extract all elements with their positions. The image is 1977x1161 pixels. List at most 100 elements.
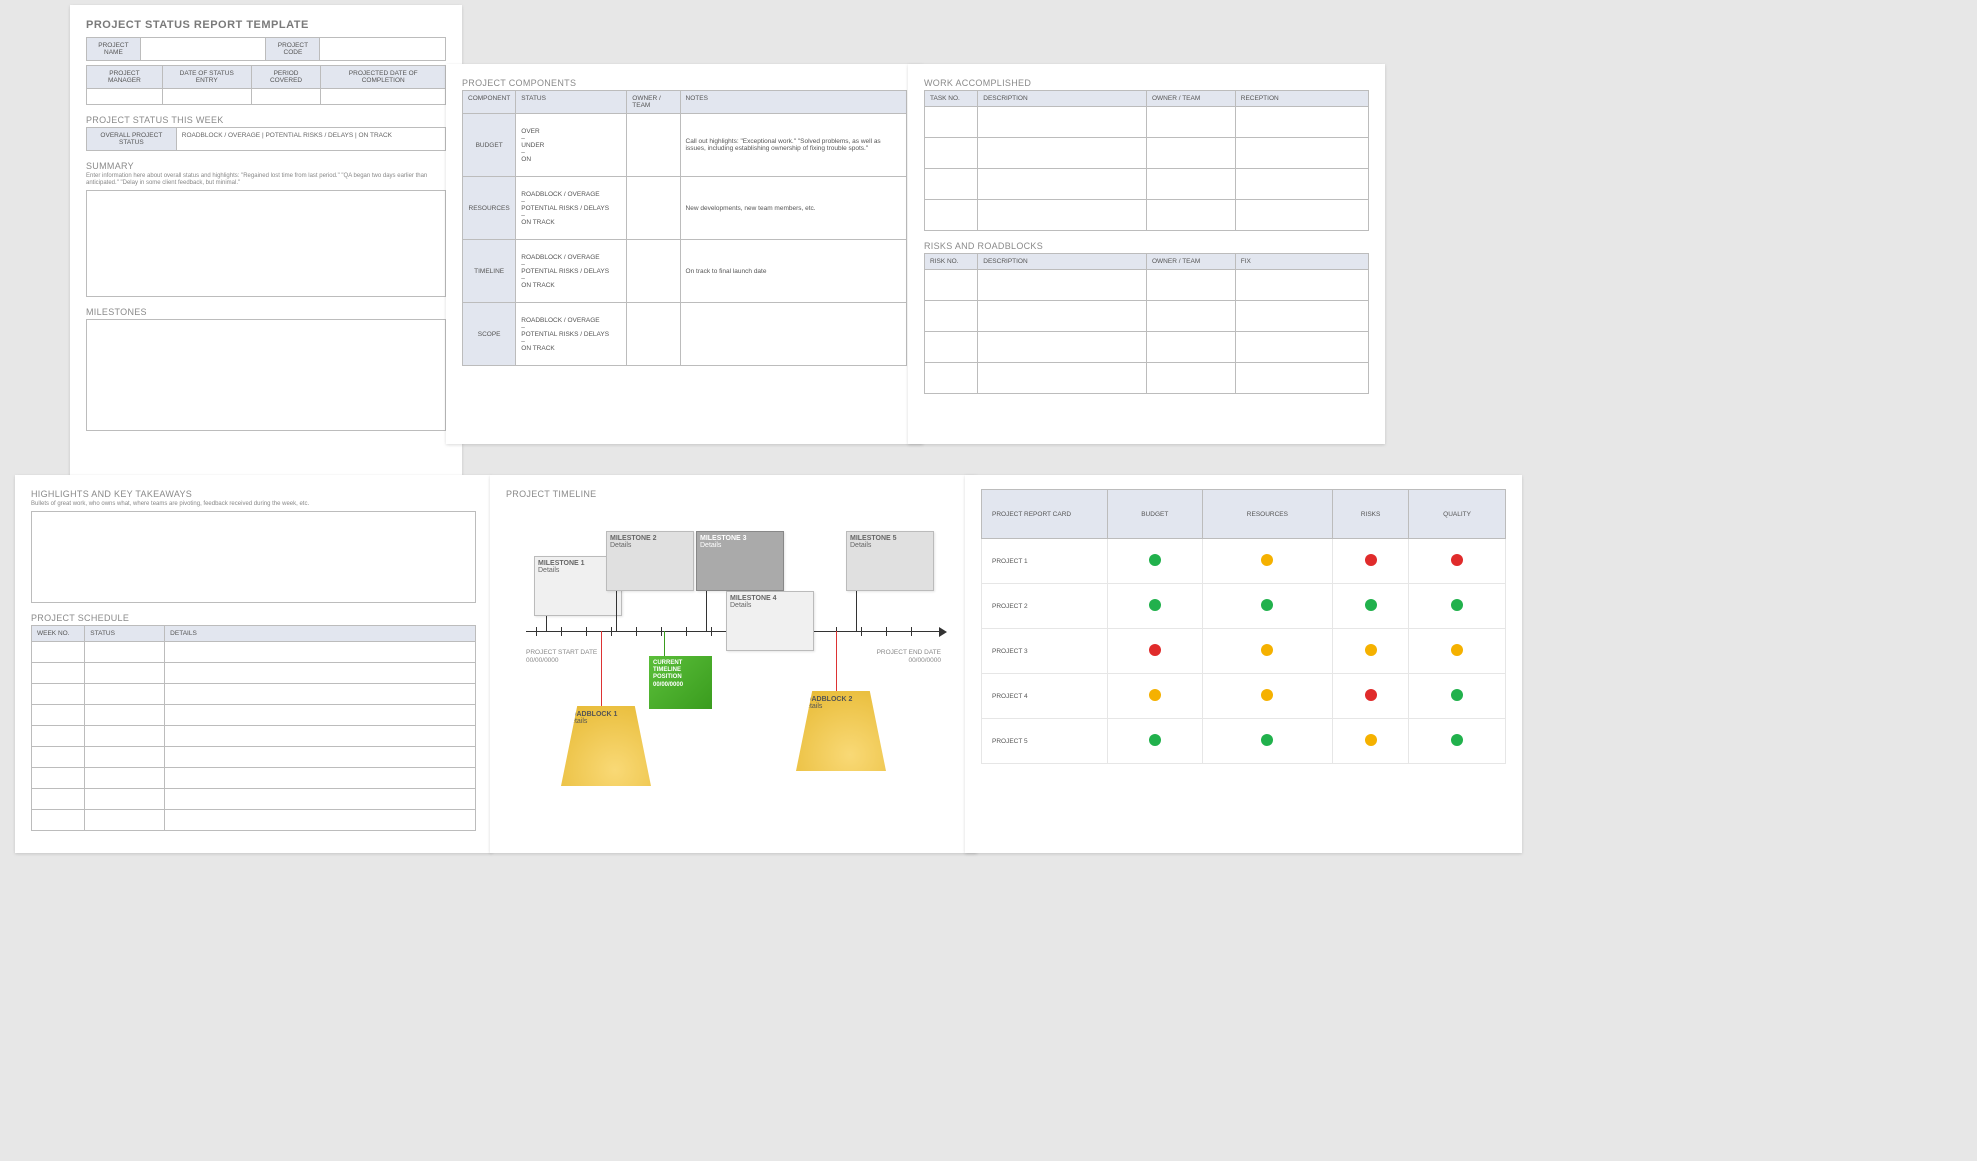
input-project-name[interactable] bbox=[140, 38, 266, 61]
summary-box[interactable] bbox=[86, 190, 446, 297]
status-dot-icon bbox=[1149, 644, 1161, 656]
highlights-box[interactable] bbox=[31, 511, 476, 603]
input-project-code[interactable] bbox=[320, 38, 446, 61]
table-row[interactable] bbox=[32, 789, 476, 810]
th-owner: OWNER / TEAM bbox=[627, 91, 680, 114]
status-dot-icon bbox=[1451, 734, 1463, 746]
cell-status-dot bbox=[1107, 674, 1202, 719]
table-row[interactable] bbox=[32, 684, 476, 705]
cell-status-dot bbox=[1409, 629, 1506, 674]
cell-status[interactable]: ROADBLOCK / OVERAGE – POTENTIAL RISKS / … bbox=[516, 240, 627, 303]
cell-notes[interactable] bbox=[680, 303, 906, 366]
th-budget: BUDGET bbox=[1107, 490, 1202, 539]
milestone-box: MILESTONE 2Details bbox=[606, 531, 694, 591]
cell-project-name: PROJECT 4 bbox=[982, 674, 1108, 719]
heading-work-accomplished: WORK ACCOMPLISHED bbox=[924, 78, 1369, 88]
label-end-date: PROJECT END DATE00/00/0000 bbox=[877, 649, 941, 665]
table-row[interactable] bbox=[32, 663, 476, 684]
cell-owner[interactable] bbox=[627, 303, 680, 366]
heading-highlights: HIGHLIGHTS AND KEY TAKEAWAYS bbox=[31, 489, 476, 499]
table-header-row: PROJECT REPORT CARD BUDGET RESOURCES RIS… bbox=[982, 490, 1506, 539]
card-project-timeline: PROJECT TIMELINE MILESTONE 1Details MILE… bbox=[490, 475, 977, 853]
card1-title: PROJECT STATUS REPORT TEMPLATE bbox=[86, 19, 446, 31]
table-row[interactable] bbox=[925, 200, 1369, 231]
cell-project-name: PROJECT 5 bbox=[982, 719, 1108, 764]
input-projected-completion[interactable] bbox=[321, 89, 446, 105]
label-period-covered: PERIOD COVERED bbox=[251, 66, 321, 89]
cell-status-dot bbox=[1333, 674, 1409, 719]
table-row[interactable] bbox=[32, 705, 476, 726]
scorecard-table: PROJECT REPORT CARD BUDGET RESOURCES RIS… bbox=[981, 489, 1506, 764]
overall-status-options[interactable]: ROADBLOCK / OVERAGE | POTENTIAL RISKS / … bbox=[176, 128, 445, 151]
label-start-date: PROJECT START DATE00/00/0000 bbox=[526, 649, 597, 665]
cell-status[interactable]: OVER – UNDER – ON bbox=[516, 114, 627, 177]
status-dot-icon bbox=[1261, 644, 1273, 656]
th-description: DESCRIPTION bbox=[978, 91, 1147, 107]
input-project-manager[interactable] bbox=[87, 89, 163, 105]
label-date-status-entry: DATE OF STATUS ENTRY bbox=[162, 66, 251, 89]
table-row[interactable] bbox=[32, 747, 476, 768]
table-row[interactable] bbox=[925, 301, 1369, 332]
cell-status[interactable]: ROADBLOCK / OVERAGE – POTENTIAL RISKS / … bbox=[516, 177, 627, 240]
project-name-code-table: PROJECT NAME PROJECT CODE bbox=[86, 37, 446, 61]
cell-owner[interactable] bbox=[627, 240, 680, 303]
cell-component: TIMELINE bbox=[463, 240, 516, 303]
current-position-box: CURRENT TIMELINE POSITION 00/00/0000 bbox=[649, 656, 712, 709]
table-row[interactable] bbox=[32, 726, 476, 747]
cell-project-name: PROJECT 2 bbox=[982, 584, 1108, 629]
roadblock-shape: ROADBLOCK 2Details bbox=[796, 691, 886, 771]
th-quality: QUALITY bbox=[1409, 490, 1506, 539]
status-dot-icon bbox=[1365, 599, 1377, 611]
milestone-box: MILESTONE 3Details bbox=[696, 531, 784, 591]
table-row[interactable] bbox=[925, 107, 1369, 138]
status-dot-icon bbox=[1365, 554, 1377, 566]
status-dot-icon bbox=[1261, 689, 1273, 701]
label-overall-status: OVERALL PROJECT STATUS bbox=[87, 128, 177, 151]
th-task-no: TASK NO. bbox=[925, 91, 978, 107]
cell-status-dot bbox=[1409, 719, 1506, 764]
label-project-manager: PROJECT MANAGER bbox=[87, 66, 163, 89]
status-dot-icon bbox=[1149, 689, 1161, 701]
cell-owner[interactable] bbox=[627, 114, 680, 177]
components-table: COMPONENT STATUS OWNER / TEAM NOTES BUDG… bbox=[462, 90, 907, 366]
cell-status-dot bbox=[1409, 674, 1506, 719]
status-dot-icon bbox=[1451, 689, 1463, 701]
th-risk-no: RISK NO. bbox=[925, 254, 978, 270]
th-reception: RECEPTION bbox=[1235, 91, 1368, 107]
cell-notes[interactable]: On track to final launch date bbox=[680, 240, 906, 303]
th-status: STATUS bbox=[516, 91, 627, 114]
cell-notes[interactable]: New developments, new team members, etc. bbox=[680, 177, 906, 240]
table-row[interactable] bbox=[925, 169, 1369, 200]
cell-component: SCOPE bbox=[463, 303, 516, 366]
cell-owner[interactable] bbox=[627, 177, 680, 240]
card-status-report: PROJECT STATUS REPORT TEMPLATE PROJECT N… bbox=[70, 5, 462, 483]
table-row[interactable] bbox=[32, 642, 476, 663]
cell-project-name: PROJECT 1 bbox=[982, 539, 1108, 584]
table-row: PROJECT 4 bbox=[982, 674, 1506, 719]
table-row[interactable] bbox=[925, 363, 1369, 394]
cell-notes[interactable]: Call out highlights: "Exceptional work."… bbox=[680, 114, 906, 177]
table-header-row: COMPONENT STATUS OWNER / TEAM NOTES bbox=[463, 91, 907, 114]
cell-status-dot bbox=[1409, 539, 1506, 584]
input-date-status-entry[interactable] bbox=[162, 89, 251, 105]
timeline-diagram: MILESTONE 1Details MILESTONE 2Details MI… bbox=[506, 501, 961, 791]
cell-status-dot bbox=[1202, 539, 1332, 584]
table-row[interactable] bbox=[925, 138, 1369, 169]
th-details: DETAILS bbox=[165, 626, 476, 642]
cell-status[interactable]: ROADBLOCK / OVERAGE – POTENTIAL RISKS / … bbox=[516, 303, 627, 366]
input-period-covered[interactable] bbox=[251, 89, 321, 105]
cell-status-dot bbox=[1333, 629, 1409, 674]
table-row[interactable] bbox=[925, 270, 1369, 301]
table-row[interactable] bbox=[32, 768, 476, 789]
arrow-right-icon bbox=[939, 627, 947, 637]
status-dot-icon bbox=[1149, 554, 1161, 566]
table-row[interactable] bbox=[32, 810, 476, 831]
th-risks: RISKS bbox=[1333, 490, 1409, 539]
status-dot-icon bbox=[1365, 689, 1377, 701]
card2-title: PROJECT COMPONENTS bbox=[462, 78, 907, 88]
cell-status-dot bbox=[1202, 629, 1332, 674]
status-dot-icon bbox=[1149, 599, 1161, 611]
schedule-table: WEEK NO. STATUS DETAILS bbox=[31, 625, 476, 831]
milestones-box[interactable] bbox=[86, 319, 446, 431]
table-row[interactable] bbox=[925, 332, 1369, 363]
